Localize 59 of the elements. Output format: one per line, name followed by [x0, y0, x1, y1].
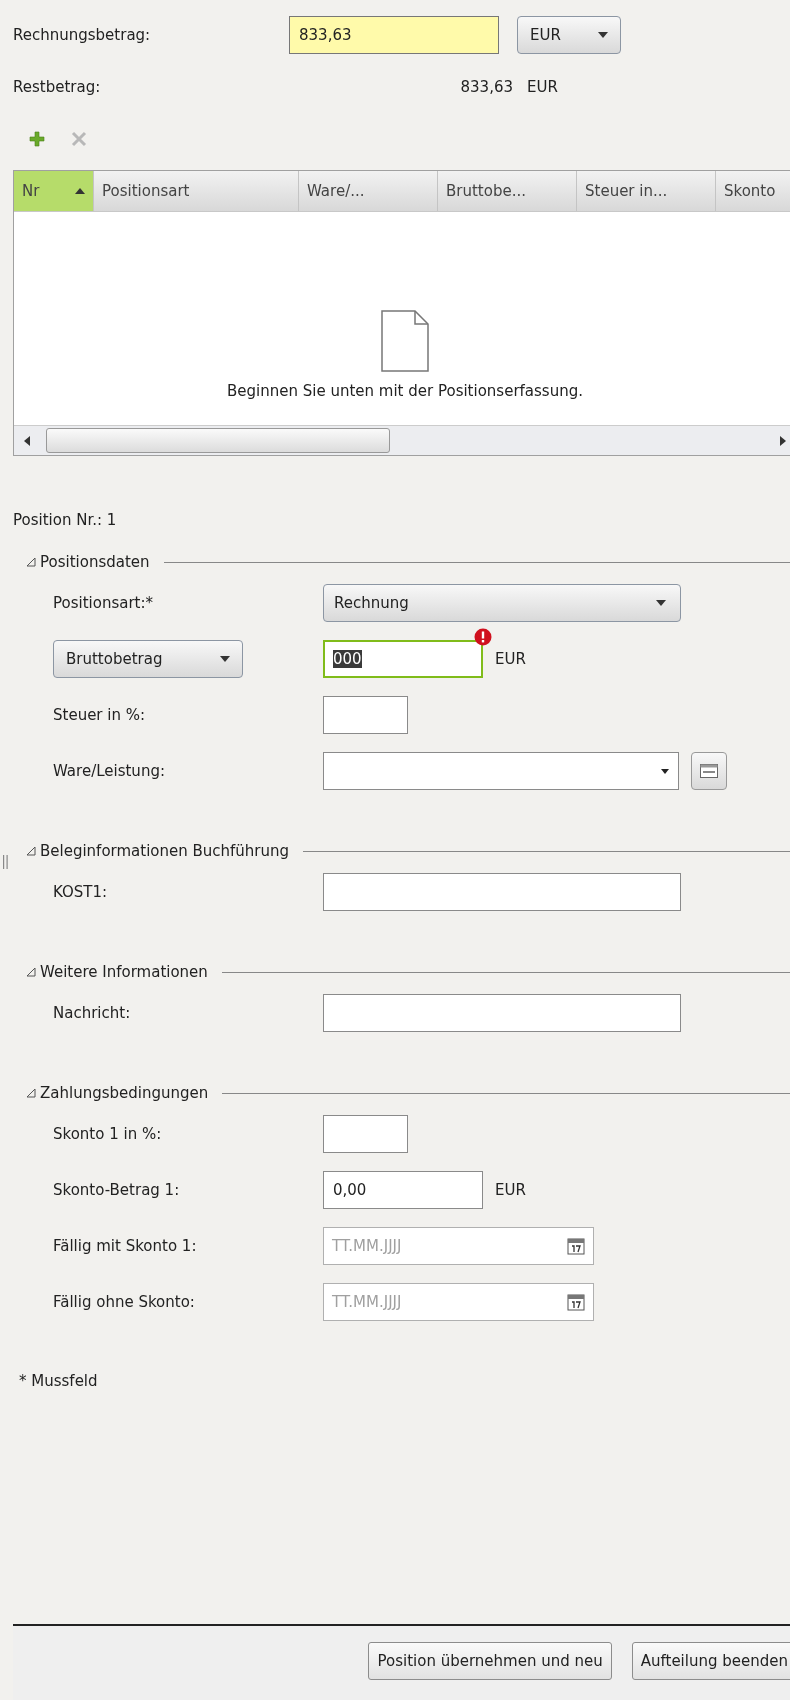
- field-label: Nachricht:: [53, 1004, 131, 1022]
- amount-field[interactable]: 0,00: [323, 1171, 483, 1209]
- field-label: Fällig ohne Skonto:: [53, 1293, 195, 1311]
- amount-field[interactable]: 000: [323, 640, 483, 678]
- document-icon: [381, 310, 429, 372]
- section-title: Positionsdaten: [40, 553, 150, 571]
- section-title: Zahlungsbedingungen: [40, 1084, 209, 1102]
- section-title: Beleginformationen Buchführung: [40, 842, 290, 860]
- field-label: Ware/Leistung:: [53, 762, 165, 780]
- sort-icon: [75, 188, 85, 194]
- field-label: KOST1:: [53, 883, 108, 901]
- remaining-amount: 833,63: [459, 78, 513, 96]
- caret-icon: [656, 600, 666, 606]
- footer-button[interactable]: Aufteilung beenden: [631, 1642, 790, 1680]
- amount-type-dropdown[interactable]: Bruttobetrag: [53, 640, 243, 678]
- currency-dropdown[interactable]: EUR: [517, 16, 621, 54]
- footer-button[interactable]: Position übernehmen und neu: [368, 1642, 612, 1680]
- field-label: Steuer in %:: [53, 706, 146, 724]
- field-label: Fällig mit Skonto 1:: [53, 1237, 197, 1255]
- currency-label: EUR: [495, 650, 526, 668]
- column-header[interactable]: Bruttobe...: [438, 171, 577, 211]
- position-type-dropdown[interactable]: Rechnung: [323, 584, 681, 622]
- section-title: Weitere Informationen: [40, 963, 208, 981]
- input-field[interactable]: [323, 1115, 408, 1153]
- caret-icon: [661, 768, 669, 774]
- expander-icon[interactable]: [26, 557, 36, 567]
- caret-icon: [598, 32, 608, 38]
- error-icon: [474, 628, 492, 646]
- combo-field[interactable]: [323, 752, 679, 790]
- field-label: Rechnungsbetrag:: [13, 26, 152, 44]
- column-header[interactable]: Skonto: [716, 171, 790, 211]
- amount-field[interactable]: 833,63: [289, 16, 499, 54]
- column-header[interactable]: Positionsart: [94, 171, 299, 211]
- window-icon: [700, 764, 718, 778]
- currency-label: EUR: [527, 78, 558, 96]
- empty-message: Beginnen Sie unten mit der Positionserfassung.: [227, 382, 583, 400]
- lookup-button[interactable]: [691, 752, 727, 790]
- field-label: Skonto 1 in %:: [53, 1125, 162, 1143]
- required-note: * Mussfeld: [18, 1372, 99, 1390]
- expander-icon[interactable]: [26, 1088, 36, 1098]
- column-header[interactable]: Ware/...: [299, 171, 438, 211]
- input-field[interactable]: [323, 994, 681, 1032]
- scroll-left-icon[interactable]: [24, 435, 30, 446]
- input-field[interactable]: [323, 873, 681, 911]
- field-label: Restbetrag:: [13, 78, 102, 96]
- horizontal-scrollbar[interactable]: [14, 425, 790, 455]
- input-field[interactable]: [323, 696, 408, 734]
- scroll-right-icon[interactable]: [780, 435, 786, 446]
- expander-icon[interactable]: [26, 967, 36, 977]
- add-icon[interactable]: [29, 131, 45, 147]
- column-header[interactable]: Steuer in...: [577, 171, 716, 211]
- field-label: Skonto-Betrag 1:: [53, 1181, 180, 1199]
- position-title: Position Nr.: 1: [13, 510, 118, 531]
- splitter-grip-icon[interactable]: [3, 855, 8, 869]
- expander-icon[interactable]: [26, 846, 36, 856]
- currency-label: EUR: [495, 1181, 526, 1199]
- column-header[interactable]: Nr: [14, 171, 94, 211]
- field-label: Positionsart:*: [53, 594, 153, 612]
- caret-icon: [220, 656, 230, 662]
